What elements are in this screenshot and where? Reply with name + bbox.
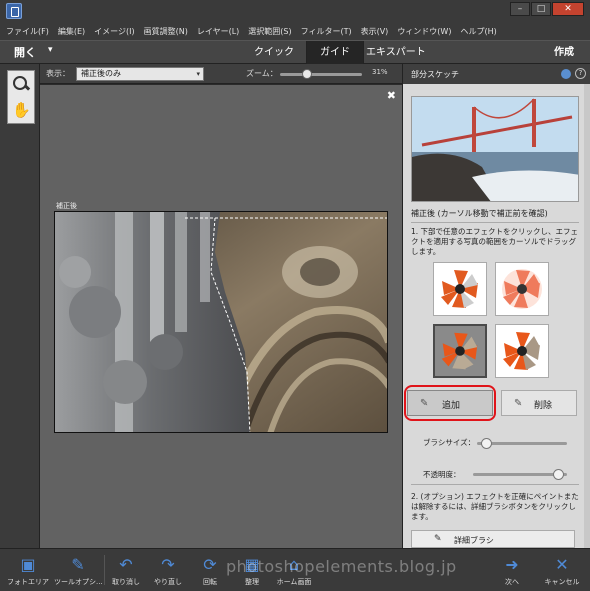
delete-button-label: 削除: [534, 401, 553, 411]
title-bar: – □ ✕: [0, 0, 590, 22]
detail-brush-label: 詳細ブラシ: [454, 536, 494, 545]
chevron-down-icon: ▾: [196, 70, 200, 78]
chevron-down-icon[interactable]: ▾: [48, 45, 53, 55]
panel-header: 部分スケッチ ?: [403, 64, 590, 84]
restore-button[interactable]: □: [531, 2, 551, 16]
divider: [411, 222, 579, 223]
tab-expert[interactable]: エキスパート: [364, 41, 430, 64]
opacity-label: 不透明度：: [423, 470, 461, 479]
zoom-label: ズーム：: [246, 69, 278, 78]
tool-options-button[interactable]: ✎ ツールオプシ...: [54, 553, 103, 587]
tool-well: ✋: [7, 70, 35, 124]
effect-thumb-color[interactable]: [495, 324, 549, 378]
effect-preview[interactable]: [411, 96, 579, 202]
cancel-icon: ✕: [555, 554, 569, 574]
opacity-slider[interactable]: [473, 469, 567, 480]
effect-thumb-sketch-selected[interactable]: [433, 324, 487, 378]
zoom-slider[interactable]: [280, 69, 362, 79]
undo-panel-icon[interactable]: [561, 69, 571, 79]
opacity-thumb[interactable]: [553, 469, 564, 480]
options-bar: 表示： 補正後のみ ▾ ズーム： 31%: [40, 64, 402, 84]
view-select[interactable]: 補正後のみ ▾: [76, 67, 204, 81]
help-icon[interactable]: ?: [575, 68, 586, 79]
after-label: 補正後: [56, 202, 77, 210]
close-window-button[interactable]: ✕: [552, 2, 584, 16]
view-label: 表示：: [46, 69, 70, 78]
create-button[interactable]: 作成: [554, 41, 574, 64]
zoom-tool-icon[interactable]: [11, 75, 31, 95]
home-screen-label: ホーム画面: [276, 578, 312, 586]
effect-thumb-ink[interactable]: [495, 262, 549, 316]
next-arrow-icon: ➜: [505, 554, 519, 574]
tools-panel: ✋: [0, 64, 40, 548]
preview-caption: 補正後 (カーソル移動で補正前を確認): [411, 209, 548, 218]
redo-button[interactable]: ↷ やり直し: [144, 553, 192, 587]
tool-options-icon: ✎: [71, 554, 85, 574]
mode-bar: 開く ▾ クイック ガイド エキスパート 作成: [0, 40, 590, 64]
next-button[interactable]: ➜ 次へ: [488, 553, 536, 587]
photo-image: [55, 212, 387, 432]
effect-thumbnails: [433, 262, 553, 380]
instruction-step-1: 1. 下部で任意のエフェクトをクリックし、エフェクトを適用する写真の範囲をカーソ…: [411, 227, 579, 256]
panel-scrollbar[interactable]: [584, 84, 590, 548]
window-controls: – □ ✕: [510, 2, 584, 16]
zoom-slider-thumb[interactable]: [302, 69, 312, 79]
tab-guide[interactable]: ガイド: [306, 41, 364, 64]
brush-icon: ✎: [434, 534, 442, 544]
menu-filter[interactable]: フィルター(T): [301, 26, 352, 37]
undo-label: 取り消し: [112, 578, 140, 586]
menu-layer[interactable]: レイヤー(L): [197, 26, 239, 37]
tool-options-label: ツールオプシ...: [54, 578, 103, 586]
hand-tool-icon[interactable]: ✋: [12, 100, 31, 120]
brush-size-label: ブラシサイズ：: [423, 438, 476, 447]
photo-bin-icon: ▣: [20, 554, 36, 574]
menu-enhance[interactable]: 画質調整(N): [144, 26, 188, 37]
divider: [411, 484, 579, 485]
delete-button[interactable]: ✎ 削除: [501, 390, 577, 416]
view-select-value: 補正後のみ: [81, 69, 121, 78]
brush-size-slider[interactable]: [477, 438, 567, 449]
undo-icon: ↶: [119, 554, 133, 574]
panel-title: 部分スケッチ: [411, 70, 459, 79]
menu-window[interactable]: ウィンドウ(W): [397, 26, 451, 37]
app-logo-icon: [6, 3, 22, 19]
menu-image[interactable]: イメージ(I): [94, 26, 134, 37]
redo-label: やり直し: [154, 578, 182, 586]
zoom-value: 31%: [372, 68, 388, 76]
redo-icon: ↷: [161, 554, 175, 574]
brush-size-thumb[interactable]: [481, 438, 492, 449]
guided-panel: 部分スケッチ ? 補正後 (カーソル移動で補正前を確認) 1. 下部で任意のエフ…: [402, 64, 590, 548]
photo-bin-label: フォトエリア: [7, 578, 49, 586]
canvas-area: ✖ 補正後: [40, 85, 402, 548]
cancel-button[interactable]: ✕ キャンセル: [538, 553, 586, 587]
menu-help[interactable]: ヘルプ(H): [460, 26, 496, 37]
watermark: photoshopelements.blog.jp: [226, 557, 457, 576]
menu-view[interactable]: 表示(V): [361, 26, 389, 37]
highlight-annotation: [404, 385, 496, 421]
preview-image: [412, 97, 578, 201]
brush-remove-icon: ✎: [514, 398, 523, 409]
cancel-label: キャンセル: [544, 578, 580, 586]
menu-edit[interactable]: 編集(E): [58, 26, 85, 37]
menu-bar: ファイル(F) 編集(E) イメージ(I) 画質調整(N) レイヤー(L) 選択…: [0, 22, 590, 40]
effect-thumb-pencil[interactable]: [433, 262, 487, 316]
bottom-bar: ▣ フォトエリア ✎ ツールオプシ... ↶ 取り消し ↷ やり直し ⟳ 回転 …: [0, 548, 590, 591]
instruction-step-2: 2. (オプション) エフェクトを正確にペイントまたは解除するには、詳細ブラシボ…: [411, 492, 579, 521]
menu-file[interactable]: ファイル(F): [6, 26, 49, 37]
open-button[interactable]: 開く: [14, 44, 36, 60]
next-label: 次へ: [505, 578, 519, 586]
photo-bin-button[interactable]: ▣ フォトエリア: [4, 553, 52, 587]
menu-select[interactable]: 選択範囲(S): [248, 26, 291, 37]
detail-brush-button[interactable]: ✎ 詳細ブラシ: [411, 530, 575, 548]
close-icon[interactable]: ✖: [387, 89, 396, 102]
edited-photo[interactable]: [54, 211, 388, 433]
undo-button[interactable]: ↶ 取り消し: [102, 553, 150, 587]
tab-quick[interactable]: クイック: [244, 41, 304, 64]
rotate-label: 回転: [203, 578, 217, 586]
organize-label: 整理: [245, 578, 259, 586]
minimize-button[interactable]: –: [510, 2, 530, 16]
